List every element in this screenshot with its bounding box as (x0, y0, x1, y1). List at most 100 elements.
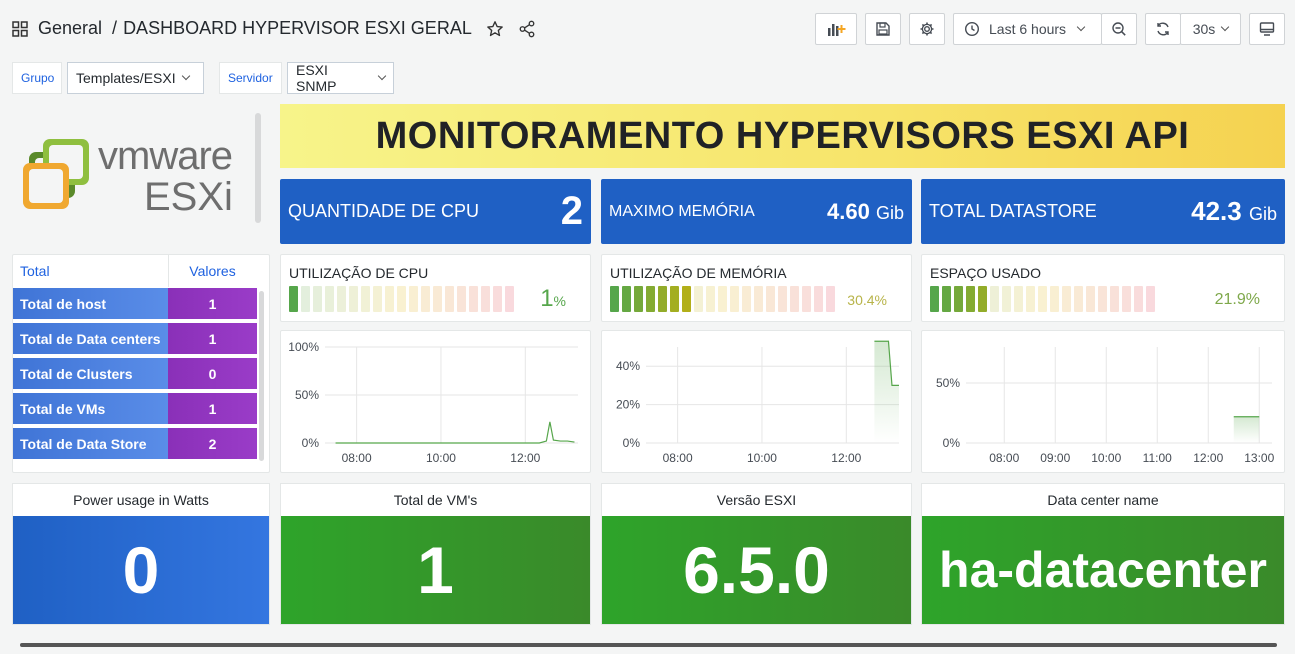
gauge-segment (1122, 286, 1131, 312)
refresh-interval-picker[interactable]: 30s (1180, 13, 1241, 45)
save-dashboard-button[interactable] (865, 13, 901, 45)
gauge-segment (1002, 286, 1011, 312)
refresh-button[interactable] (1145, 13, 1181, 45)
stat-esxi-version: Versão ESXI 6.5.0 (601, 483, 912, 625)
gauge-segment (778, 286, 787, 312)
horizontal-scrollbar[interactable] (20, 643, 1277, 647)
gauge-segment (421, 286, 430, 312)
gauge-segment (766, 286, 775, 312)
variable-select-grupo[interactable]: Templates/ESXI (67, 62, 204, 94)
tv-mode-button[interactable] (1249, 13, 1285, 45)
variable-select-servidor[interactable]: ESXI SNMP (287, 62, 394, 94)
table-cell-value: 1 (168, 288, 257, 321)
gauge-segment (1086, 286, 1095, 312)
y-tick-label: 50% (936, 376, 960, 390)
add-panel-button[interactable] (815, 13, 857, 45)
table-cell-name: Total de Clusters (13, 358, 168, 391)
gauge-segment (930, 286, 939, 312)
stat-label: TOTAL DATASTORE (929, 201, 1097, 221)
gauge-segment (325, 286, 334, 312)
table-cell-value: 1 (168, 393, 257, 426)
variable-value-grupo: Templates/ESXI (76, 70, 176, 86)
table-cell-value: 0 (168, 358, 257, 391)
gauge-segment (802, 286, 811, 312)
gauge-segment (1098, 286, 1107, 312)
series-area (1233, 416, 1260, 443)
gauge-segment (397, 286, 406, 312)
gauge-segment (790, 286, 799, 312)
gauge-segment (814, 286, 823, 312)
zoom-out-button[interactable] (1101, 13, 1137, 45)
time-range-picker[interactable]: Last 6 hours (953, 13, 1102, 45)
breadcrumb: General / DASHBOARD HYPERVISOR ESXI GERA… (12, 18, 536, 39)
dashboard-banner: MONITORAMENTO HYPERVISORS ESXI API (280, 104, 1285, 168)
gauge-segment (1062, 286, 1071, 312)
gauge-segment (954, 286, 963, 312)
clock-icon (964, 21, 980, 37)
x-tick-label: 10:00 (426, 451, 456, 465)
stat-value: 42.3 (1191, 196, 1242, 226)
series-area (874, 341, 899, 443)
table-header-total[interactable]: Total (20, 255, 168, 287)
gauge-segment (1074, 286, 1083, 312)
table-row: Total de Data centers 1 (13, 323, 271, 356)
stat-value: 0 (13, 516, 269, 624)
gauge-value: 1% (540, 285, 566, 313)
table-cell-name: Total de Data Store (13, 428, 168, 461)
add-panel-icon (828, 24, 846, 36)
gauge-segment (742, 286, 751, 312)
gauge-segment (610, 286, 619, 312)
variable-label-servidor: Servidor (219, 62, 282, 94)
variable-value-servidor: ESXI SNMP (296, 62, 337, 94)
stat-value: 1 (281, 516, 590, 624)
stat-value: 4.60 (827, 198, 870, 224)
gauge-value: 30.4% (847, 292, 887, 308)
gauge-segment (493, 286, 502, 312)
gauge-bars (289, 286, 514, 312)
x-tick-label: 09:00 (1040, 451, 1070, 465)
chart-disk-svg: 0% 50% 08:00 09:00 10:00 11:00 12:00 13:00 (936, 347, 1275, 465)
table-scrollbar[interactable] (259, 291, 264, 461)
star-icon[interactable] (486, 20, 504, 38)
chart-memory[interactable]: 0% 20% 40% 08:00 10:00 12:00 (601, 330, 912, 473)
gauge-segment (289, 286, 298, 312)
table-header-valores[interactable]: Valores (168, 255, 257, 287)
gauge-title: UTILIZAÇÃO DE CPU (289, 265, 429, 281)
settings-button[interactable] (909, 13, 945, 45)
table-row: Total de VMs 1 (13, 393, 271, 426)
gauge-segment (373, 286, 382, 312)
breadcrumb-folder[interactable]: General (38, 18, 102, 39)
x-tick-label: 08:00 (989, 451, 1019, 465)
table-cell-name: Total de host (13, 288, 168, 321)
gauge-segment (361, 286, 370, 312)
refresh-icon (1157, 22, 1169, 36)
gauge-value: 21.9% (1214, 291, 1260, 308)
gauge-segment (445, 286, 454, 312)
chart-disk[interactable]: 0% 50% 08:00 09:00 10:00 11:00 12:00 13:00 (921, 330, 1285, 473)
gauge-segment (694, 286, 703, 312)
chart-memory-svg: 0% 20% 40% 08:00 10:00 12:00 (616, 340, 899, 465)
gauge-title: ESPAÇO USADO (930, 265, 1041, 281)
chevron-down-icon (181, 71, 190, 81)
monitor-icon (1259, 22, 1275, 36)
gauge-segment (433, 286, 442, 312)
refresh-interval-label: 30s (1192, 21, 1216, 37)
gauge-segment (682, 286, 691, 312)
table-row: Total de Clusters 0 (13, 358, 271, 391)
vmware-esxi-logo: vmware ESXi (12, 104, 270, 244)
dashboards-grid-icon[interactable] (12, 20, 28, 37)
share-icon[interactable] (518, 20, 536, 38)
chevron-down-icon (1221, 22, 1230, 32)
y-tick-label: 100% (288, 340, 319, 354)
stat-cpu-count: QUANTIDADE DE CPU 2 (280, 179, 591, 244)
chart-cpu[interactable]: 0% 50% 100% 08:00 10:00 12:00 (280, 330, 591, 473)
gauge-segment (457, 286, 466, 312)
gauge-segment (505, 286, 514, 312)
gauge-segment (481, 286, 490, 312)
x-tick-label: 11:00 (1143, 451, 1172, 465)
y-tick-label: 0% (302, 436, 320, 450)
y-tick-label: 0% (623, 436, 641, 450)
gauge-segment (978, 286, 987, 312)
dashboard-title[interactable]: DASHBOARD HYPERVISOR ESXI GERAL (123, 18, 472, 39)
logo-scrollbar[interactable] (255, 113, 261, 223)
